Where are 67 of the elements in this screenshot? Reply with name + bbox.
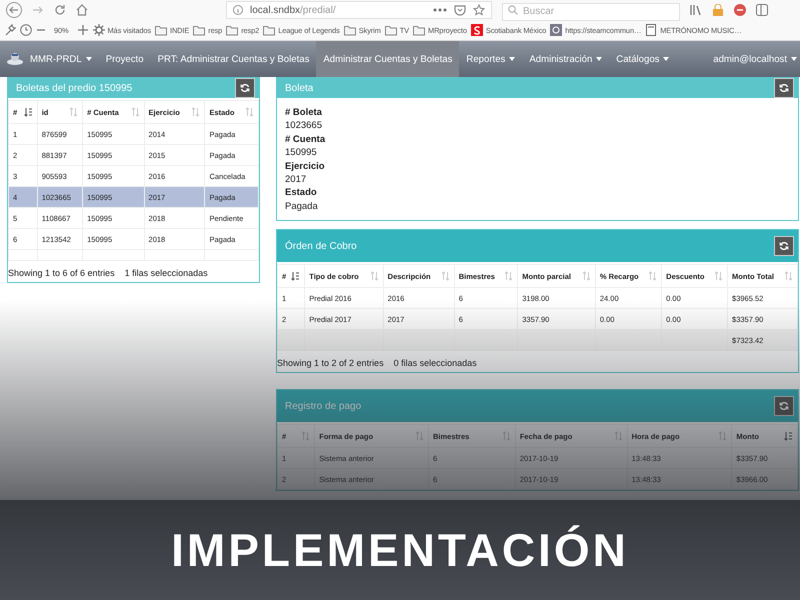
refresh-icon xyxy=(779,401,789,411)
clock-icon[interactable] xyxy=(20,24,32,36)
folder-icon xyxy=(193,24,206,36)
field-label: Ejercicio xyxy=(285,160,326,174)
globe-icon xyxy=(550,24,562,36)
library-icon[interactable] xyxy=(690,4,702,16)
plus-icon[interactable] xyxy=(76,24,88,36)
address-field[interactable]: local.sndbx/predial/ xyxy=(226,1,492,19)
field-value: 1023665 xyxy=(285,119,323,133)
back-icon[interactable] xyxy=(6,2,22,18)
gear-icon xyxy=(92,24,104,36)
url-host: local.sndbx xyxy=(250,4,300,16)
search-icon xyxy=(508,5,518,15)
more-icon[interactable] xyxy=(433,8,447,12)
folder-icon xyxy=(413,24,426,36)
info-icon[interactable] xyxy=(233,5,243,15)
folder-icon xyxy=(154,24,167,36)
stop-icon[interactable] xyxy=(734,4,746,16)
brand-menu[interactable]: MMR-PRDL xyxy=(24,41,99,77)
reload-icon[interactable] xyxy=(54,4,66,16)
sorted-icon[interactable] xyxy=(24,107,33,117)
star-icon[interactable] xyxy=(473,4,485,16)
nav-item[interactable]: Proyecto xyxy=(98,41,151,77)
field-value: Pagada xyxy=(285,200,319,214)
panel-title: Órden de Cobro xyxy=(285,240,357,252)
nav-item[interactable]: Reportes xyxy=(459,41,522,77)
folder-icon xyxy=(263,24,276,36)
panel-title: Registro de pago xyxy=(285,400,362,412)
refresh-button[interactable] xyxy=(774,78,794,98)
selection-info: 0 filas seleccionadas xyxy=(394,358,477,368)
sorted-icon[interactable] xyxy=(784,431,793,441)
folder-icon xyxy=(384,24,397,36)
refresh-icon xyxy=(779,83,789,93)
logo-icon xyxy=(6,51,24,67)
shield-icon[interactable] xyxy=(454,4,466,16)
refresh-icon xyxy=(240,83,250,93)
refresh-button[interactable] xyxy=(235,78,255,98)
field-value: 150995 xyxy=(285,146,318,160)
user-menu[interactable]: admin@localhost xyxy=(706,41,800,77)
field-label: Estado xyxy=(285,186,318,200)
panel-title: Boleta xyxy=(285,82,314,94)
banner-title: IMPLEMENTACIÓN xyxy=(171,523,629,577)
sidebar-icon[interactable] xyxy=(756,4,768,16)
nav-item[interactable]: Administrar Cuentas y Boletas xyxy=(316,41,460,77)
home-icon[interactable] xyxy=(76,4,88,16)
panel-title: Boletas del predio 150995 xyxy=(16,82,132,94)
table-info: Showing 1 to 2 of 2 entries xyxy=(277,358,384,368)
nav-item[interactable]: PRT: Administrar Cuentas y Boletas xyxy=(150,41,316,77)
nav-item[interactable]: Catálogos xyxy=(609,41,676,77)
sorted-icon[interactable] xyxy=(291,271,300,281)
url-path: /predial/ xyxy=(300,4,336,16)
refresh-icon xyxy=(779,241,789,251)
folder-icon xyxy=(344,24,356,36)
folder-icon xyxy=(226,24,238,36)
refresh-button[interactable] xyxy=(774,236,794,256)
field-label: # Cuenta xyxy=(285,132,326,146)
refresh-button[interactable] xyxy=(774,396,794,416)
page-icon xyxy=(645,24,658,36)
nav-item[interactable]: Administración xyxy=(522,41,610,77)
lock-icon[interactable] xyxy=(712,4,724,16)
table-info: Showing 1 to 6 of 6 entries xyxy=(8,268,115,278)
s-logo-icon xyxy=(470,24,483,36)
forward-icon[interactable] xyxy=(32,4,44,16)
search-field[interactable]: Buscar xyxy=(502,2,680,20)
field-value: 2017 xyxy=(285,173,308,186)
field-label: # Boleta xyxy=(285,106,323,120)
selection-info: 1 filas seleccionadas xyxy=(124,268,208,278)
